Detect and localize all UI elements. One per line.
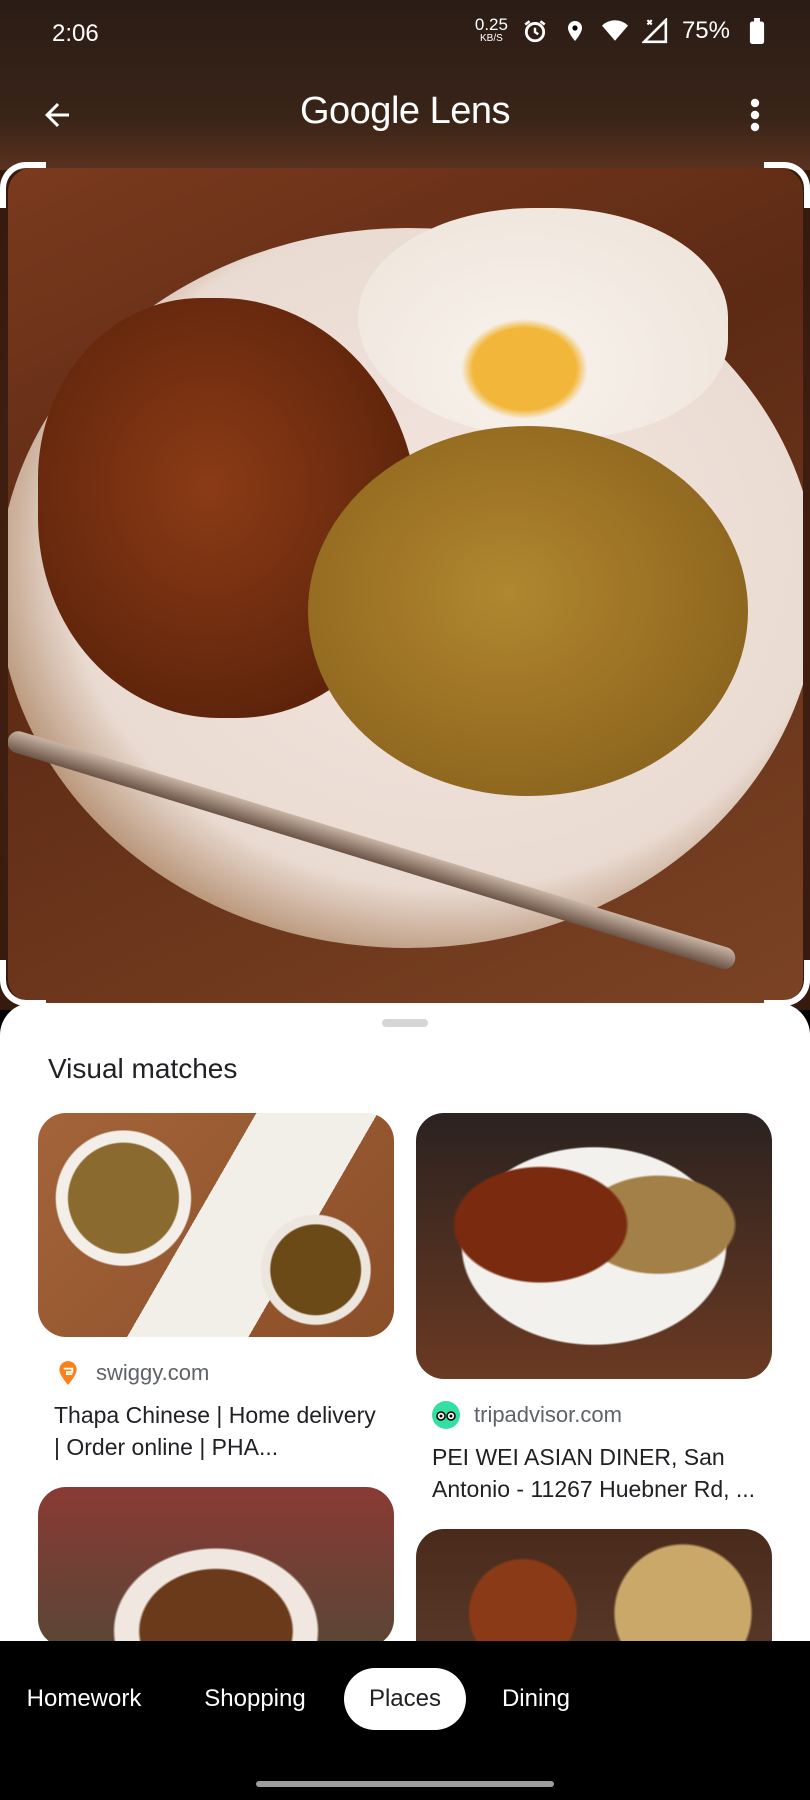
sheet-drag-handle[interactable] (382, 1019, 428, 1027)
result-thumbnail[interactable] (416, 1529, 772, 1641)
result-card-4[interactable] (416, 1529, 772, 1641)
image-selection-area[interactable] (8, 168, 803, 1003)
result-card-tripadvisor[interactable]: tripadvisor.com PEI WEI ASIAN DINER, San… (416, 1113, 772, 1505)
swiggy-favicon-icon (54, 1359, 82, 1387)
wifi-icon (601, 18, 628, 44)
more-vert-icon (750, 98, 760, 132)
result-thumbnail[interactable] (38, 1113, 394, 1337)
result-card-swiggy[interactable]: swiggy.com Thapa Chinese | Home delivery… (38, 1113, 394, 1463)
selection-handle-bottom-right[interactable] (764, 960, 810, 1006)
result-title[interactable]: PEI WEI ASIAN DINER, San Antonio - 11267… (416, 1441, 772, 1505)
net-speed: 0.25 KB/S (475, 16, 508, 45)
result-thumbnail[interactable] (38, 1487, 394, 1641)
chip-homework[interactable]: Homework (4, 1668, 164, 1730)
result-title[interactable]: Thapa Chinese | Home delivery | Order on… (38, 1399, 394, 1463)
battery-icon (744, 17, 770, 44)
battery-percent: 75% (681, 16, 730, 44)
results-sheet[interactable]: Visual matches swiggy.com Thapa Chinese … (0, 1003, 810, 1641)
result-source: tripadvisor.com (416, 1401, 772, 1429)
alarm-icon (522, 18, 548, 44)
title-brand: Google (299, 90, 420, 132)
fried-rice-image (308, 426, 748, 796)
result-thumbnail[interactable] (416, 1113, 772, 1379)
chip-dining[interactable]: Dining (480, 1668, 592, 1730)
captured-photo (0, 0, 810, 1010)
page-title: Google Lens (0, 90, 810, 133)
lens-top-bar: Google Lens (0, 80, 810, 150)
title-product: Lens (429, 90, 511, 132)
result-domain: tripadvisor.com (474, 1402, 622, 1427)
result-card-3[interactable] (38, 1487, 394, 1641)
net-speed-value: 0.25 (474, 15, 508, 34)
mode-chips: Homework Shopping Places Dining (0, 1660, 810, 1740)
visual-matches-heading: Visual matches (48, 1053, 238, 1084)
selection-handle-bottom-left[interactable] (0, 960, 46, 1006)
more-options-button[interactable] (732, 90, 778, 140)
location-icon (562, 18, 588, 44)
result-source: swiggy.com (38, 1359, 394, 1387)
result-domain: swiggy.com (96, 1360, 210, 1385)
selection-handle-top-left[interactable] (0, 162, 46, 208)
status-bar: 2:06 0.25 KB/S 75% (0, 0, 810, 70)
signal-icon (641, 17, 668, 44)
net-speed-unit: KB/S (480, 33, 503, 44)
tripadvisor-favicon-icon (432, 1401, 460, 1429)
status-icons: 0.25 KB/S 75% (475, 16, 770, 45)
chip-shopping[interactable]: Shopping (180, 1668, 330, 1730)
status-time: 2:06 (52, 20, 99, 47)
chip-places[interactable]: Places (344, 1668, 466, 1730)
gesture-bar[interactable] (256, 1781, 554, 1787)
